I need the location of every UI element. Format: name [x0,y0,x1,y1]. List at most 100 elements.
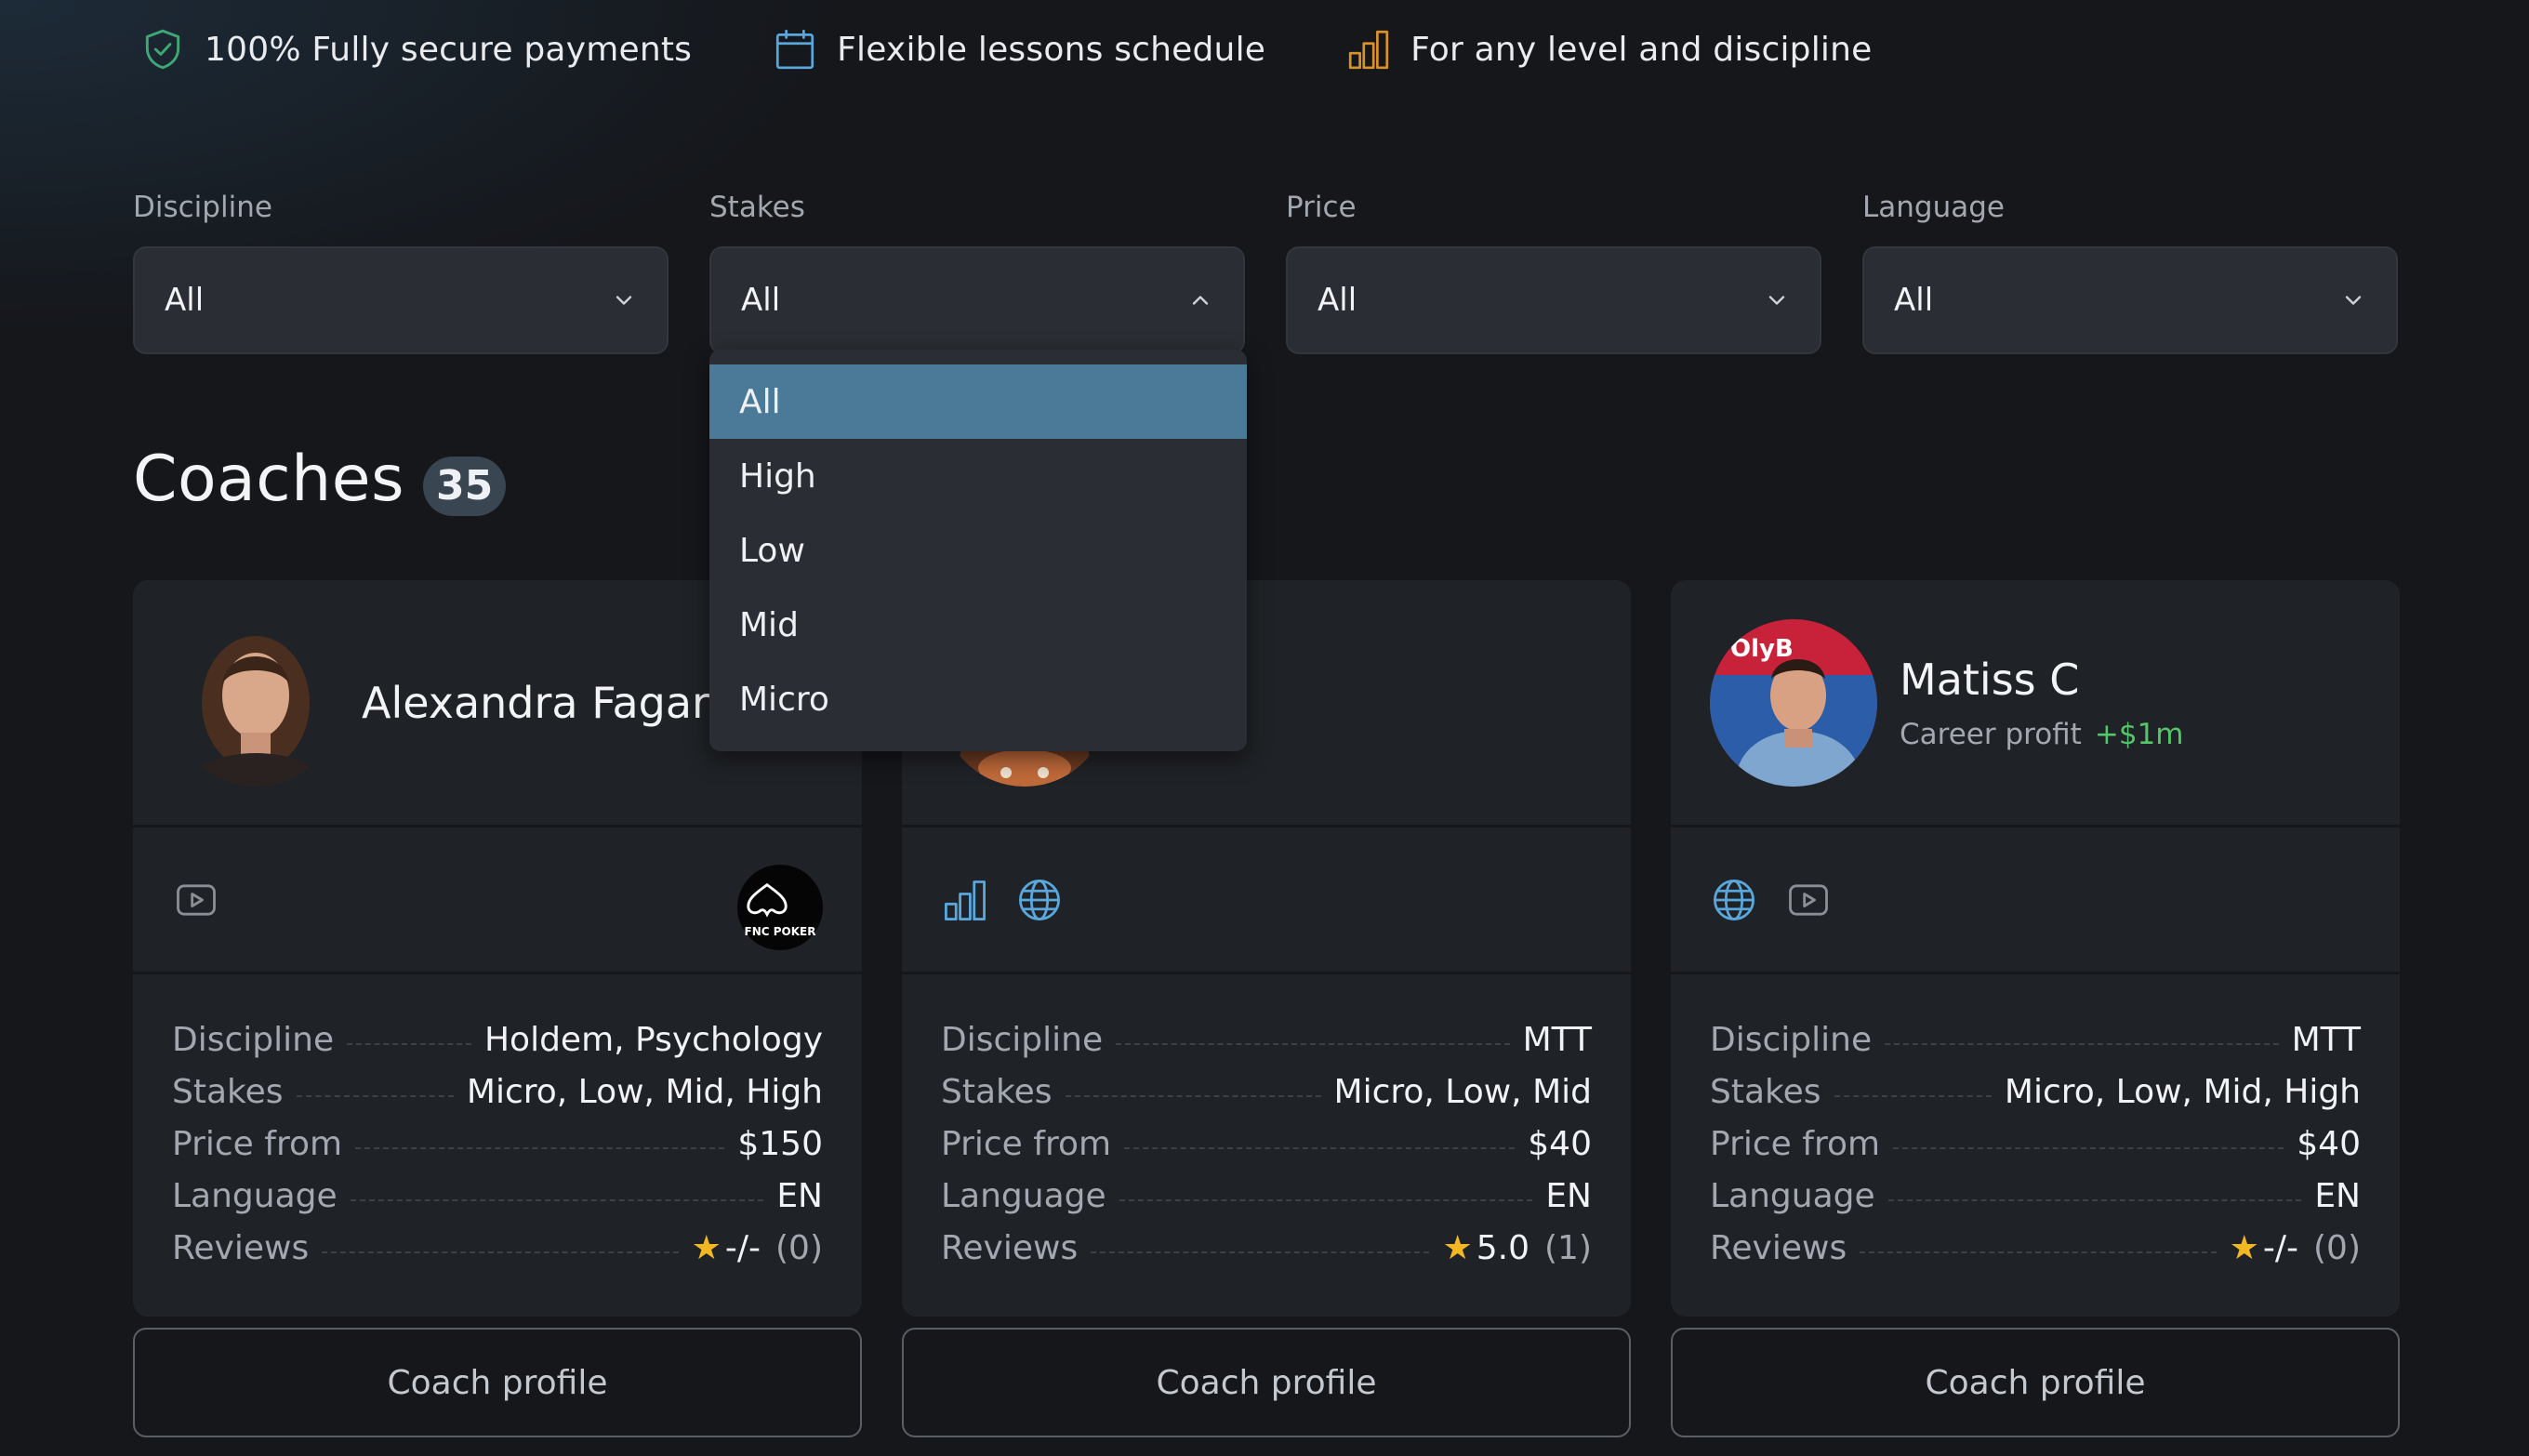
detail-value: Micro, Low, Mid, High [2004,1073,2361,1111]
stakes-dropdown-menu: All High Low Mid Micro [709,350,1247,751]
select-value: All [165,282,205,319]
detail-key: Reviews [1710,1229,1847,1267]
filter-label: Price [1286,191,1357,224]
language-select[interactable]: All [1862,246,2398,354]
filter-label: Stakes [709,191,805,224]
rating-value: -/- [724,1229,761,1267]
dropdown-option-high[interactable]: High [709,439,1247,513]
shield-check-icon [145,29,180,70]
coach-profile-button[interactable]: Coach profile [902,1328,1631,1437]
dropdown-option-all[interactable]: All [709,364,1247,439]
chevron-down-icon [2345,296,2362,305]
detail-row-discipline: Discipline Holdem, Psychology [172,1021,823,1073]
detail-value: $150 [737,1125,823,1163]
feature-secure-payments: 100% Fully secure payments [139,26,692,73]
svg-text:OlyB: OlyB [1730,635,1794,663]
stakes-select[interactable]: All [709,246,1245,354]
filter-discipline: Discipline All [133,191,669,354]
detail-row-stakes: Stakes Micro, Low, Mid, High [1710,1073,2361,1125]
coach-name[interactable]: Matiss C [1900,655,2183,705]
discipline-select[interactable]: All [133,246,669,354]
video-icon [1789,883,1828,916]
coach-card[interactable]: OlyB Matiss C Career profit +$1m Discipl… [1671,580,2400,1317]
chevron-down-icon [616,296,632,305]
reviews-count: (1) [1544,1229,1592,1267]
detail-key: Discipline [172,1021,335,1059]
filter-stakes: Stakes All [709,191,1245,354]
filter-label: Discipline [133,191,272,224]
filter-language: Language All [1862,191,2398,354]
detail-key: Reviews [172,1229,310,1267]
globe-icon [1019,879,1060,920]
detail-value: Micro, Low, Mid, High [466,1073,823,1111]
detail-row-reviews: Reviews ★ 5.0 (1) [941,1229,1592,1281]
feature-text: Flexible lessons schedule [837,30,1266,69]
reviews-count: (0) [775,1229,823,1267]
detail-key: Language [1710,1177,1875,1215]
filter-label: Language [1862,191,2005,224]
select-value: All [1317,282,1357,319]
detail-value: EN [776,1177,823,1215]
rating-value: 5.0 [1476,1229,1529,1267]
price-select[interactable]: All [1286,246,1821,354]
detail-value: EN [2314,1177,2361,1215]
detail-row-language: Language EN [172,1177,823,1229]
coach-profile-button[interactable]: Coach profile [1671,1328,2400,1437]
coach-info: Alexandra Fagaras [362,678,758,728]
coaches-count-badge: 35 [423,456,507,516]
detail-row-reviews: Reviews ★ -/- (0) [1710,1229,2361,1281]
detail-row-price: Price from $40 [941,1125,1592,1177]
globe-icon [1714,879,1754,920]
detail-row-reviews: Reviews ★ -/- (0) [172,1229,823,1281]
detail-value: Micro, Low, Mid [1333,1073,1592,1111]
career-profit-label: Career profit [1900,717,2082,751]
feature-text: 100% Fully secure payments [205,30,693,69]
detail-value: Holdem, Psychology [483,1021,823,1059]
feature-text: For any level and discipline [1410,30,1873,69]
detail-value: EN [1545,1177,1592,1215]
select-value: All [1894,282,1934,319]
detail-row-stakes: Stakes Micro, Low, Mid [941,1073,1592,1125]
feature-any-level: For any level and discipline [1345,26,1872,73]
calendar-icon [776,29,814,70]
detail-value: MTT [1522,1021,1592,1059]
rating: ★ 5.0 (1) [1442,1229,1592,1267]
dropdown-option-mid[interactable]: Mid [709,588,1247,662]
chevron-up-icon [1192,296,1209,305]
career-profit: Career profit +$1m [1900,718,2183,751]
detail-key: Price from [941,1125,1112,1163]
coach-name[interactable]: Alexandra Fagaras [362,678,758,728]
coach-profile-button[interactable]: Coach profile [133,1328,862,1437]
chevron-down-icon [1768,296,1785,305]
star-icon: ★ [691,1229,722,1267]
features-strip: 100% Fully secure payments Flexible less… [139,26,1953,73]
dropdown-option-low[interactable]: Low [709,513,1247,588]
reviews-count: (0) [2313,1229,2361,1267]
coaches-heading: Coaches 35 [133,443,507,516]
rating: ★ -/- (0) [2230,1229,2361,1267]
coach-details: Discipline MTT Stakes Micro, Low, Mid, Hig… [1671,974,2400,1281]
dropdown-option-micro[interactable]: Micro [709,662,1247,736]
rating-value: -/- [2262,1229,2298,1267]
detail-row-discipline: Discipline MTT [1710,1021,2361,1073]
detail-row-price: Price from $40 [1710,1125,2361,1177]
bar-chart-icon [945,880,986,920]
filter-price: Price All [1286,191,1821,354]
coach-card-icons [902,827,1631,974]
coach-card-icons: FNC POKER [133,827,862,974]
page-title: Coaches [133,443,405,516]
star-icon: ★ [1442,1229,1473,1267]
page-root: 100% Fully secure payments Flexible less… [0,0,2529,1456]
detail-value: $40 [2297,1125,2361,1163]
detail-row-language: Language EN [1710,1177,2361,1229]
detail-key: Discipline [941,1021,1104,1059]
detail-key: Language [172,1177,338,1215]
select-value: All [741,282,781,319]
coach-info: Matiss C Career profit +$1m [1900,655,2183,751]
bar-chart-icon [1348,30,1389,70]
detail-row-stakes: Stakes Micro, Low, Mid, High [172,1073,823,1125]
coach-details: Discipline MTT Stakes Micro, Low, Mid Pric… [902,974,1631,1281]
detail-key: Price from [1710,1125,1881,1163]
feature-flexible-schedule: Flexible lessons schedule [772,26,1265,73]
detail-row-price: Price from $150 [172,1125,823,1177]
